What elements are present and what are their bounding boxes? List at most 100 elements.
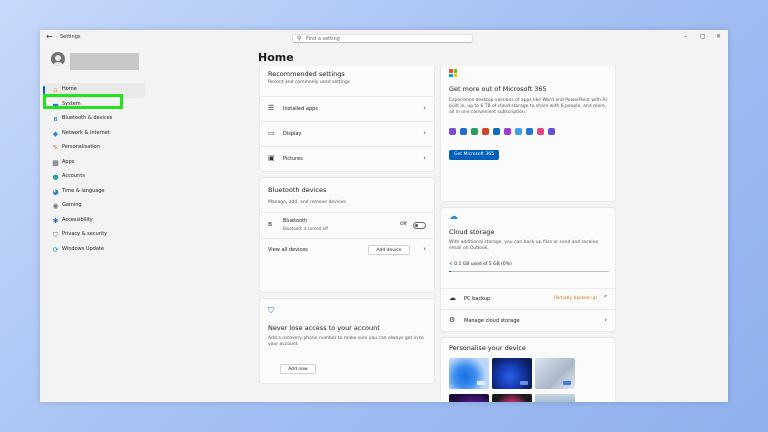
sidebar-item-label: Home	[62, 86, 77, 92]
bluetooth-title: Bluetooth devices	[268, 186, 327, 194]
view-all-devices-row[interactable]: View all devices Add device ›	[260, 238, 434, 261]
chevron-right-icon: ›	[423, 154, 426, 162]
picture-icon: ▣	[268, 154, 275, 162]
sidebar-item-label: Apps	[62, 158, 75, 165]
active-indicator	[43, 86, 45, 94]
m365-app-icon	[548, 128, 555, 135]
add-device-button[interactable]: Add device	[368, 245, 410, 255]
pc-backup-row[interactable]: ☁ PC backup Partially backed up ↗	[441, 288, 615, 310]
theme-thumbnail[interactable]	[449, 358, 489, 389]
shield-icon: ⛉	[52, 231, 59, 239]
manage-cloud-label: Manage cloud storage	[464, 318, 520, 324]
account-description: Add a recovery phone number to make sure…	[268, 336, 424, 347]
m365-app-icon	[493, 128, 500, 135]
sidebar-item-label: Gaming	[62, 202, 82, 208]
apps-icon: ▦	[52, 158, 59, 167]
sidebar-item-apps[interactable]: ▦ Apps	[43, 156, 145, 171]
manage-cloud-row[interactable]: ⚙ Manage cloud storage ›	[441, 309, 615, 332]
accessibility-icon: ✱	[52, 216, 59, 225]
sidebar-item-label: Personalisation	[62, 144, 100, 150]
recommended-row-pictures[interactable]: ▣ Pictures ›	[260, 146, 434, 171]
sidebar-item-network-internet[interactable]: ◆ Network & internet	[43, 127, 145, 142]
person-icon: ●	[52, 173, 59, 181]
cloud-icon: ☁	[449, 212, 458, 222]
bluetooth-status: Bluetooth is turned off	[283, 226, 328, 231]
theme-thumbnail[interactable]	[492, 394, 532, 402]
gear-icon: ⚙	[449, 316, 456, 324]
recommended-card: Recommended settings Recent and commonly…	[259, 66, 435, 172]
m365-title: Get more out of Microsoft 365	[449, 85, 547, 93]
maximize-button[interactable]: ▢	[700, 33, 706, 40]
sidebar-item-windows-update[interactable]: ⟳ Windows Update	[43, 243, 145, 258]
wifi-icon: ◆	[52, 129, 59, 138]
minimize-button[interactable]: –	[684, 33, 687, 40]
theme-thumbnail[interactable]	[535, 358, 575, 389]
sidebar-item-label: Accounts	[62, 173, 85, 179]
recommended-row-display[interactable]: ▭ Display ›	[260, 121, 434, 146]
sidebar-item-accessibility[interactable]: ✱ Accessibility	[43, 214, 145, 229]
sidebar-item-personalisation[interactable]: ✎ Personalisation	[43, 141, 145, 156]
m365-app-icon	[504, 128, 511, 135]
backup-status: Partially backed up	[554, 296, 597, 301]
bluetooth-icon: ʙ	[268, 220, 273, 228]
m365-description: Experience desktop versions of apps like…	[449, 98, 607, 115]
m365-app-icon	[515, 128, 522, 135]
sidebar-item-time-language[interactable]: ◕ Time & language	[43, 185, 145, 200]
m365-card: Get more out of Microsoft 365 Experience…	[440, 66, 616, 202]
m365-app-icon	[471, 128, 478, 135]
get-m365-button[interactable]: Get Microsoft 365	[449, 150, 499, 160]
search-input[interactable]: ⚲ Find a setting	[292, 34, 473, 43]
bluetooth-icon: ʙ	[53, 115, 58, 123]
bluetooth-toggle-state: Off	[400, 222, 407, 227]
search-icon: ⚲	[297, 35, 302, 42]
theme-thumbnail[interactable]	[535, 394, 575, 402]
display-icon: ▭	[268, 129, 275, 137]
brush-icon: ✎	[52, 144, 59, 152]
gamepad-icon: ◉	[52, 202, 59, 210]
personalise-title: Personalise your device	[449, 344, 526, 352]
m365-app-icon	[537, 128, 544, 135]
microsoft-logo-icon	[449, 69, 457, 77]
recommended-row-installed-apps[interactable]: ☰ Installed apps ›	[260, 96, 434, 121]
bluetooth-toggle[interactable]	[413, 222, 426, 229]
theme-thumbnail[interactable]	[449, 394, 489, 402]
sidebar-item-accounts[interactable]: ● Accounts	[43, 170, 145, 185]
sidebar-item-privacy-security[interactable]: ⛉ Privacy & security	[43, 228, 145, 243]
close-button[interactable]: ✕	[716, 33, 721, 40]
recommended-title: Recommended settings	[268, 70, 345, 78]
add-now-button[interactable]: Add now	[280, 364, 316, 374]
recommended-row-label: Pictures	[283, 156, 303, 162]
globe-icon: ◕	[52, 187, 59, 196]
search-placeholder: Find a setting	[306, 36, 340, 42]
avatar[interactable]	[51, 52, 65, 66]
theme-thumbnail[interactable]	[492, 358, 532, 389]
page-title: Home	[258, 51, 294, 64]
chevron-right-icon: ›	[423, 129, 426, 137]
sidebar-item-label: Time & language	[62, 187, 105, 194]
chevron-right-icon: ›	[423, 104, 426, 112]
account-name-redacted	[70, 53, 139, 70]
cloud-usage: < 0.1 GB used of 5 GB (0%)	[449, 262, 512, 267]
sidebar-item-label: Accessibility	[62, 216, 93, 223]
external-link-icon: ↗	[603, 294, 608, 300]
highlight-box	[43, 94, 123, 109]
main-content: Recommended settings Recent and commonly…	[259, 66, 651, 402]
recommended-row-label: Display	[283, 131, 302, 137]
title-bar: ← Settings ⚲ Find a setting – ▢ ✕	[40, 30, 728, 46]
backup-icon: ☁	[449, 294, 456, 302]
chevron-right-icon: ›	[604, 316, 607, 324]
sidebar-item-gaming[interactable]: ◉ Gaming	[43, 199, 145, 214]
sidebar-item-label: Privacy & security	[62, 231, 108, 237]
bluetooth-card: Bluetooth devices Manage, add, and remov…	[259, 177, 435, 293]
sidebar-item-label: Network & internet	[62, 129, 110, 136]
cloud-storage-card: ☁ Cloud storage With additional storage,…	[440, 207, 616, 332]
back-arrow-icon[interactable]: ←	[46, 32, 53, 41]
app-title: Settings	[60, 34, 81, 40]
recommended-subtitle: Recent and commonly used settings	[268, 80, 351, 85]
sidebar-nav: ⌂ Home ▬ System ʙ Bluetooth & devices ◆ Network…	[43, 83, 145, 257]
sidebar-item-bluetooth-devices[interactable]: ʙ Bluetooth & devices	[43, 112, 145, 127]
m365-app-icon	[526, 128, 533, 135]
list-icon: ☰	[268, 104, 275, 112]
m365-app-icon	[460, 128, 467, 135]
settings-window: ← Settings ⚲ Find a setting – ▢ ✕ ⌂ Home ▬…	[40, 30, 728, 402]
